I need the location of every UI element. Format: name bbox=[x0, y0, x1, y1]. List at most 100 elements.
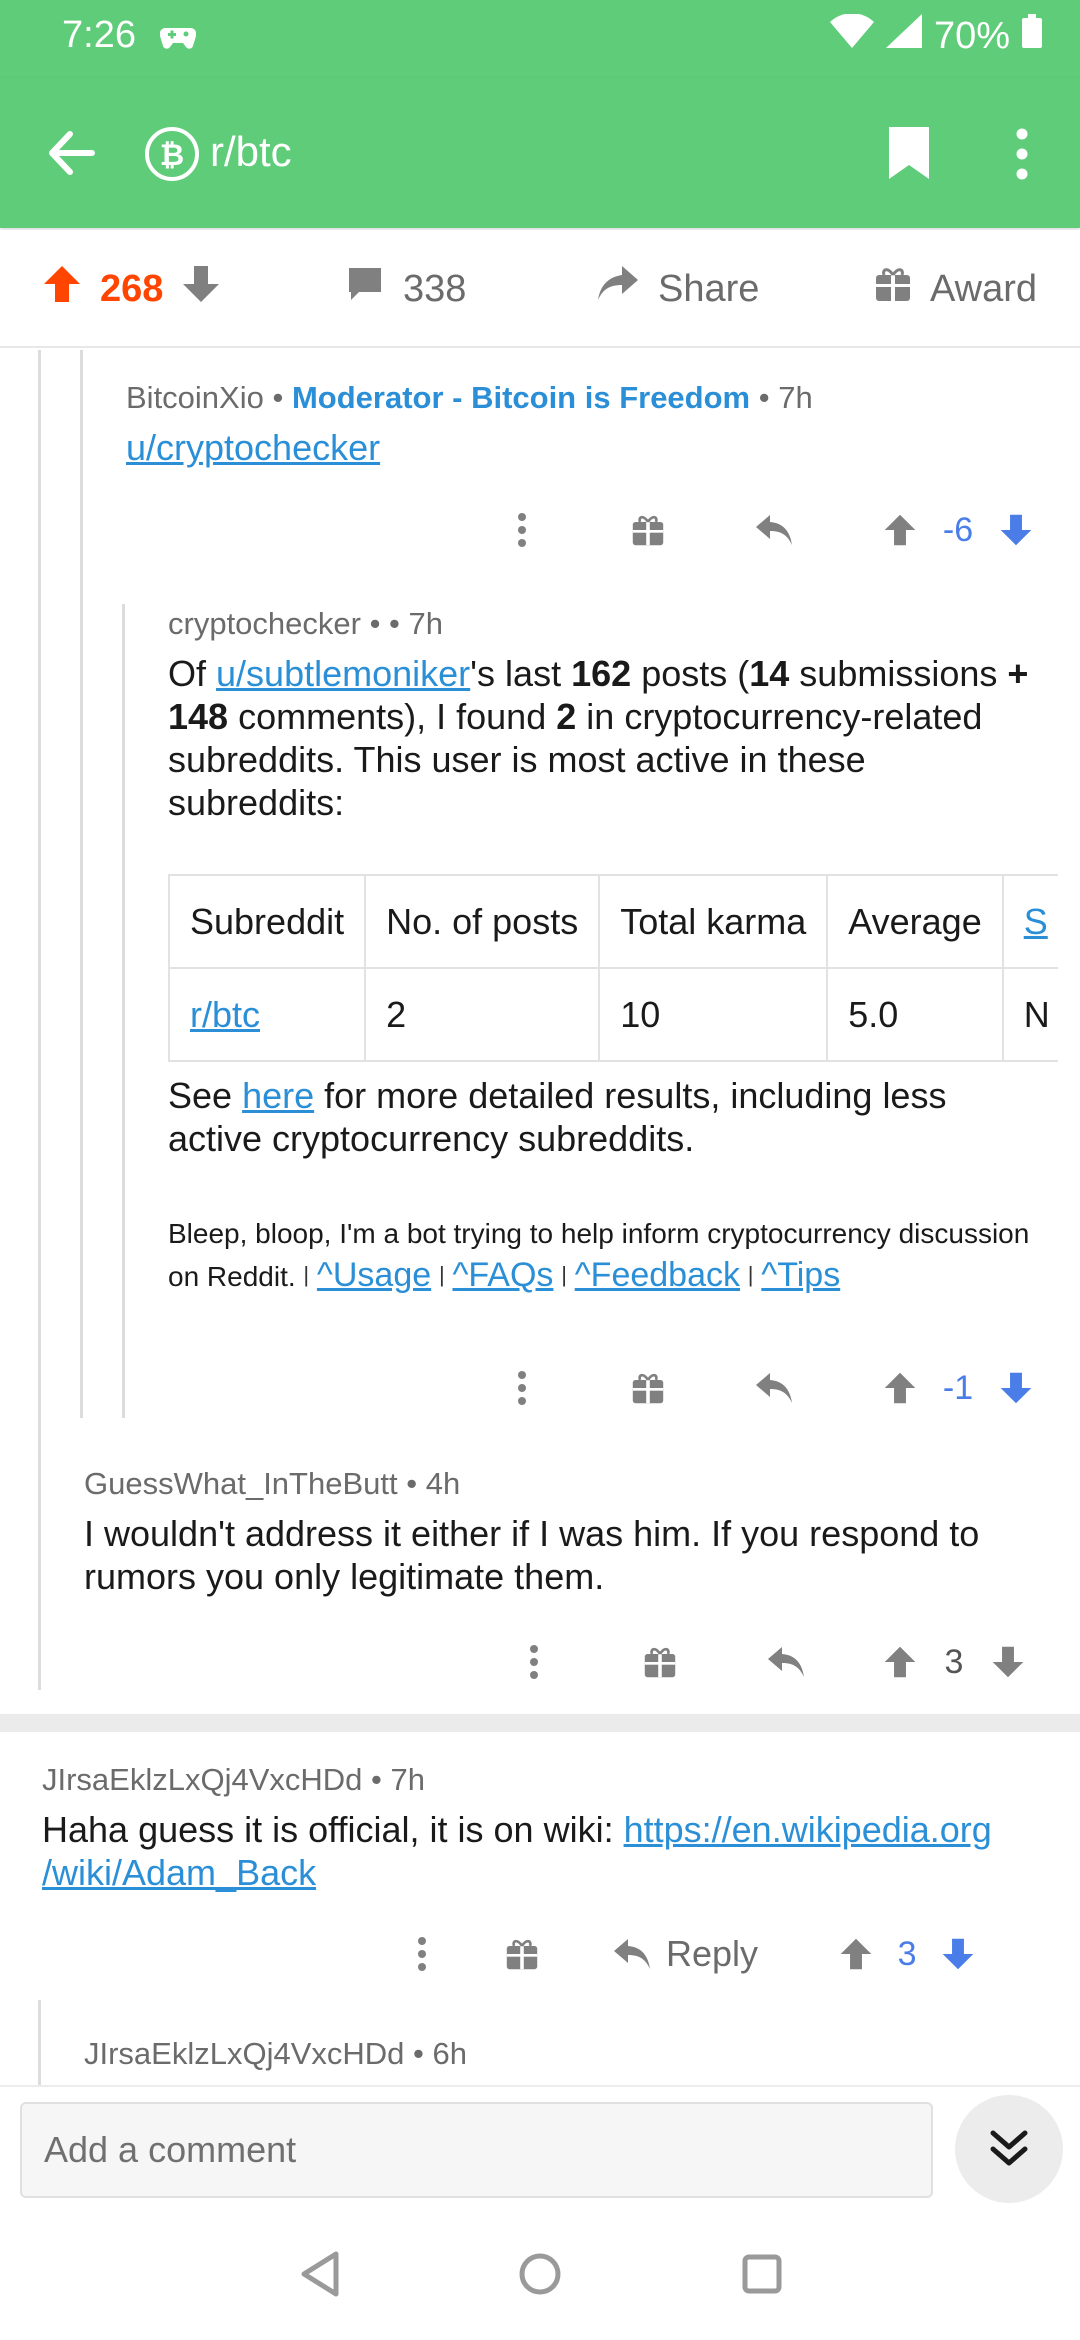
body-text: See bbox=[168, 1075, 233, 1116]
downvote-icon[interactable] bbox=[181, 264, 221, 314]
upvote-icon[interactable] bbox=[870, 513, 930, 547]
upvote-icon[interactable] bbox=[826, 1937, 886, 1971]
wiki-link[interactable]: /wiki/Adam_Back bbox=[42, 1852, 316, 1893]
comment-author[interactable]: JIrsaEklzLxQj4VxcHDd bbox=[84, 2036, 404, 2071]
comments-count: 338 bbox=[403, 267, 467, 310]
comment-age: 7h bbox=[390, 1762, 425, 1797]
back-arrow-icon[interactable] bbox=[46, 128, 96, 183]
comment-author[interactable]: BitcoinXio bbox=[126, 380, 264, 415]
system-nav-bar bbox=[0, 2210, 1080, 2340]
thread-divider bbox=[0, 1714, 1080, 1732]
award-label: Award bbox=[930, 267, 1038, 310]
thread-line bbox=[80, 350, 83, 1418]
status-indicators: 70% bbox=[829, 13, 1042, 58]
tips-link[interactable]: ^Tips bbox=[761, 1256, 840, 1294]
comment-composer-bar: Add a comment bbox=[0, 2085, 1080, 2210]
subreddit-title[interactable]: r/btc bbox=[210, 128, 292, 176]
thread-line bbox=[38, 350, 41, 1690]
faqs-link[interactable]: ^FAQs bbox=[452, 1256, 553, 1294]
reply-icon bbox=[614, 1939, 650, 1969]
comment-author[interactable]: JIrsaEklzLxQj4VxcHDd bbox=[42, 1762, 362, 1797]
body-text: posts ( bbox=[641, 653, 750, 694]
gift-icon bbox=[874, 265, 912, 313]
comment-meta: JIrsaEklzLxQj4VxcHDd • 6h bbox=[84, 2036, 467, 2071]
reply-icon[interactable] bbox=[744, 513, 804, 547]
reply-label: Reply bbox=[666, 1933, 759, 1974]
home-circle-icon[interactable] bbox=[518, 2252, 562, 2301]
reply-button[interactable]: Reply bbox=[612, 1933, 758, 1975]
reply-icon[interactable] bbox=[744, 1371, 804, 1405]
gift-icon[interactable] bbox=[492, 1937, 552, 1971]
share-button[interactable]: Share bbox=[596, 230, 759, 348]
user-link[interactable]: u/subtlemoniker bbox=[216, 653, 470, 694]
overflow-menu-icon[interactable] bbox=[1012, 126, 1032, 187]
usage-link[interactable]: ^Usage bbox=[317, 1256, 431, 1294]
comment-body: Haha guess it is official, it is on wiki… bbox=[42, 1808, 1052, 1894]
comment-body: Of u/subtlemoniker's last 162 posts (14 … bbox=[168, 652, 1048, 824]
upvote-icon[interactable] bbox=[870, 1371, 930, 1405]
thread-line bbox=[122, 604, 125, 1418]
bookmark-icon[interactable] bbox=[885, 125, 933, 186]
body-text: comments), I found bbox=[238, 696, 547, 737]
more-options-icon[interactable] bbox=[492, 512, 552, 548]
posts-count: 162 bbox=[571, 653, 632, 694]
table-cell-link[interactable]: r/btc bbox=[168, 967, 367, 1062]
comment-age: 7h bbox=[778, 380, 813, 415]
vote-controls: 268 bbox=[42, 230, 221, 348]
reply-icon[interactable] bbox=[756, 1645, 816, 1679]
more-options-icon[interactable] bbox=[392, 1936, 452, 1972]
gift-icon[interactable] bbox=[630, 1645, 690, 1679]
recents-square-icon[interactable] bbox=[742, 2254, 782, 2299]
comment-meta: cryptochecker • • 7h bbox=[168, 606, 443, 641]
upvote-icon[interactable] bbox=[42, 264, 82, 314]
gift-icon[interactable] bbox=[618, 1371, 678, 1405]
body-text: submissions bbox=[799, 653, 998, 694]
comment-meta: GuessWhat_InTheButt • 4h bbox=[84, 1466, 461, 1501]
submissions-count: 14 bbox=[749, 653, 790, 694]
double-chevron-down-icon bbox=[990, 2130, 1028, 2166]
user-flair: Moderator - Bitcoin is Freedom bbox=[291, 380, 751, 415]
bot-table-wrapper[interactable]: Subreddit No. of posts Total karma Avera… bbox=[168, 874, 1058, 1062]
table-header: Total karma bbox=[598, 874, 829, 969]
wifi-icon bbox=[829, 13, 874, 58]
table-header: Subreddit bbox=[168, 874, 367, 969]
status-time: 7:26 bbox=[62, 14, 136, 56]
see-more-text: See here for more detailed results, incl… bbox=[168, 1074, 1048, 1160]
upvote-icon[interactable] bbox=[870, 1645, 930, 1679]
bot-footer-links: on Reddit. | ^Usage | ^FAQs | ^Feedback … bbox=[168, 1256, 841, 1294]
bot-footer: Bleep, bloop, I'm a bot trying to help i… bbox=[168, 1216, 1078, 1252]
body-text: Of bbox=[168, 653, 207, 694]
table-header: No. of posts bbox=[364, 874, 601, 969]
feedback-link[interactable]: ^Feedback bbox=[575, 1256, 740, 1294]
footer-text: Bleep, bloop, I'm a bot trying to help i… bbox=[168, 1218, 1030, 1249]
table-header[interactable]: S bbox=[1001, 874, 1058, 969]
downvote-icon[interactable] bbox=[986, 1371, 1046, 1405]
downvote-icon[interactable] bbox=[986, 513, 1046, 547]
next-comment-button[interactable] bbox=[955, 2095, 1063, 2203]
more-options-icon[interactable] bbox=[504, 1644, 564, 1680]
comment-age: 4h bbox=[425, 1466, 461, 1501]
downvote-icon[interactable] bbox=[928, 1937, 988, 1971]
wiki-link[interactable]: https://en.wikipedia.org bbox=[624, 1809, 992, 1850]
battery-icon bbox=[1022, 14, 1042, 58]
comment-body: I wouldn't address it either if I was hi… bbox=[84, 1513, 980, 1597]
user-link[interactable]: u/cryptochecker bbox=[126, 427, 380, 468]
bitcoin-subreddit-icon: ₿ bbox=[144, 126, 200, 187]
comment-author[interactable]: GuessWhat_InTheButt bbox=[84, 1466, 398, 1501]
comment-actions: -1 bbox=[492, 1358, 1046, 1418]
comment-author[interactable]: cryptochecker bbox=[168, 606, 361, 641]
more-options-icon[interactable] bbox=[492, 1370, 552, 1406]
add-comment-input[interactable]: Add a comment bbox=[20, 2102, 933, 2198]
subreddit-link[interactable]: r/btc bbox=[190, 994, 260, 1035]
here-link[interactable]: here bbox=[242, 1075, 314, 1116]
gift-icon[interactable] bbox=[618, 513, 678, 547]
comment-actions: 3 bbox=[504, 1632, 1038, 1692]
award-button[interactable]: Award bbox=[874, 230, 1037, 348]
downvote-icon[interactable] bbox=[978, 1645, 1038, 1679]
found-count: 2 bbox=[556, 696, 577, 737]
comment-bubble-icon bbox=[345, 264, 385, 314]
back-triangle-icon[interactable] bbox=[298, 2250, 342, 2303]
comments-count-button[interactable]: 338 bbox=[345, 230, 466, 348]
table-cell: 10 bbox=[598, 967, 829, 1062]
table-cell: N bbox=[1001, 967, 1058, 1062]
